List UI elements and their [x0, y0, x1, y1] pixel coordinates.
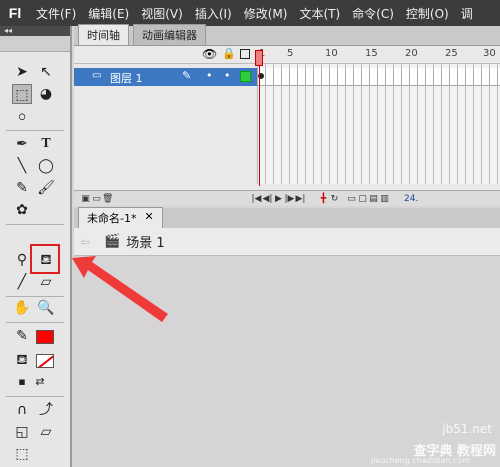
arrow-shape	[72, 256, 168, 322]
annotation-arrow	[72, 256, 168, 322]
